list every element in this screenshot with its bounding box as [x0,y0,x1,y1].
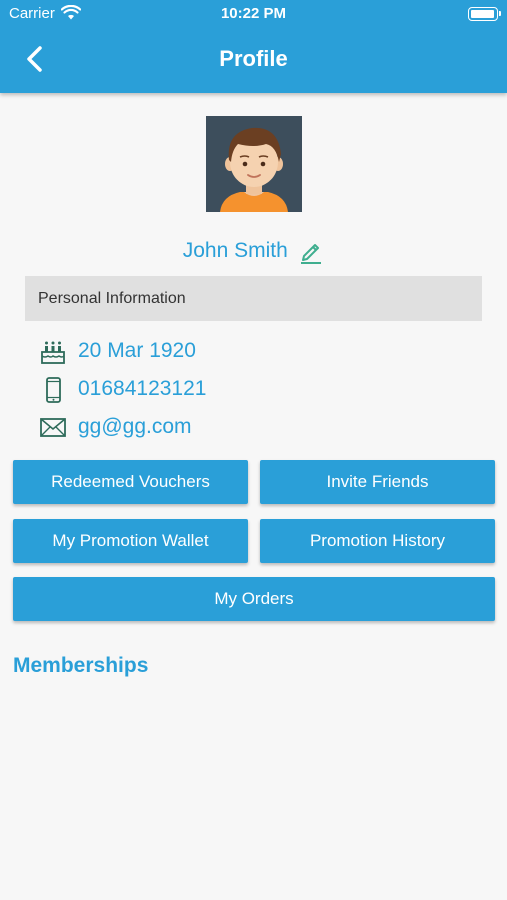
invite-friends-button[interactable]: Invite Friends [260,460,495,504]
profile-name: John Smith [182,239,288,262]
section-label: Personal Information [38,290,186,307]
memberships-heading: Memberships [13,654,149,677]
envelope-icon [40,418,66,437]
battery-icon [468,7,501,21]
app-header: Carrier 10:22 PM Profile [0,0,507,93]
promotion-history-button[interactable]: Promotion History [260,519,495,563]
personal-info-section-header: Personal Information [25,276,482,321]
cake-icon [41,341,65,364]
email-value: gg@gg.com [78,415,192,438]
birthday-value: 20 Mar 1920 [78,339,196,362]
redeemed-vouchers-button[interactable]: Redeemed Vouchers [13,460,248,504]
profile-name-row: John Smith [0,238,507,264]
avatar [206,116,302,212]
phone-value: 01684123121 [78,377,207,400]
my-orders-button[interactable]: My Orders [13,577,495,621]
status-bar: Carrier 10:22 PM [0,0,507,28]
phone-row: 01684123121 [40,375,460,407]
email-row: gg@gg.com [40,413,460,445]
promotion-wallet-button[interactable]: My Promotion Wallet [13,519,248,563]
pencil-icon[interactable] [298,238,324,264]
page-title: Profile [219,46,288,71]
clock: 10:22 PM [220,5,287,22]
phone-icon [46,377,61,403]
birthday-row: 20 Mar 1920 [40,337,460,369]
